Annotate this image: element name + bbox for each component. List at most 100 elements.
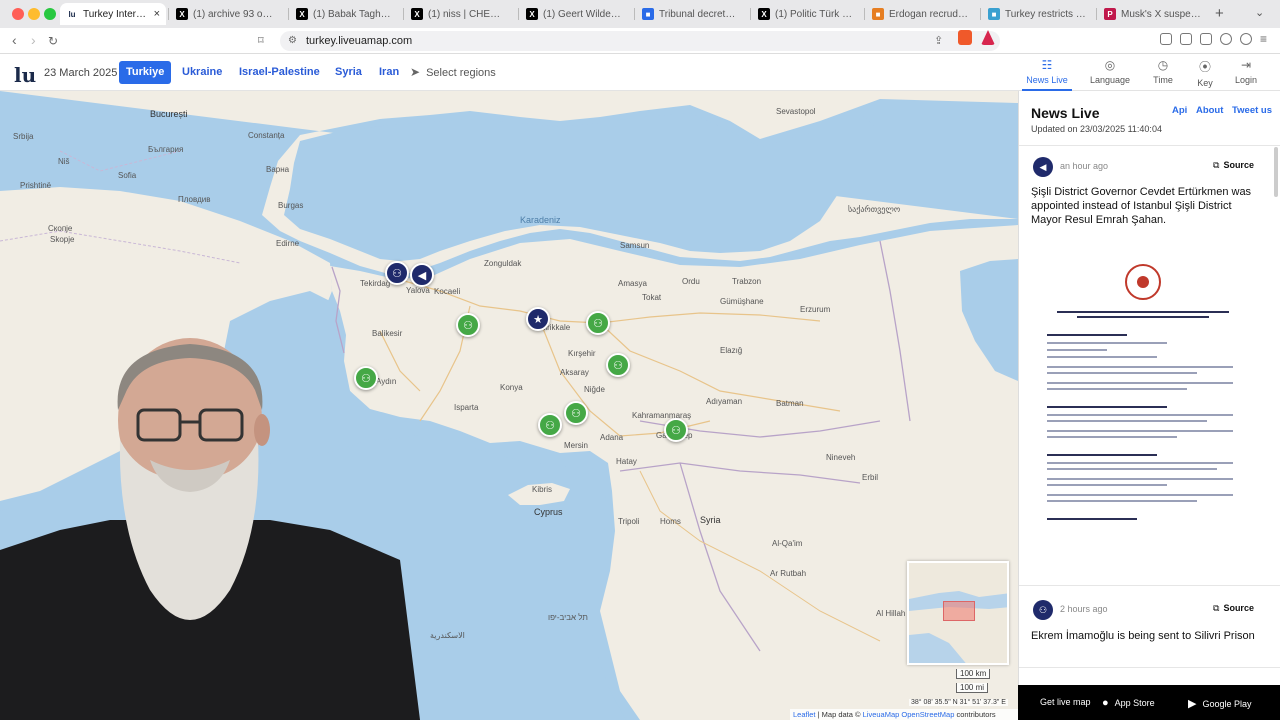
protest-icon[interactable]: ⚇ — [606, 353, 630, 377]
map-place-label: Edirne — [276, 239, 300, 248]
site-header: lu 23 March 2025 Turkiye Ukraine Israel-Pa… — [0, 55, 1280, 91]
news-divider — [1019, 667, 1280, 668]
address-bar[interactable]: ⚙ turkey.liveuamap.com ⇪ — [280, 31, 1000, 51]
tab-close-icon[interactable]: × — [154, 8, 160, 20]
minimize-window-button[interactable] — [28, 8, 40, 20]
browser-tab[interactable]: X (1) archive 93 on X: " — [170, 3, 282, 25]
new-tab-button[interactable]: + — [1215, 5, 1224, 22]
map-place-label: Gümüşhane — [720, 297, 764, 306]
scale-km: 100 km — [956, 669, 991, 679]
apple-icon: ● — [1102, 697, 1109, 709]
select-regions-button[interactable]: ➤ Select regions — [410, 61, 496, 84]
get-live-map-link[interactable]: Get live map — [1040, 697, 1091, 707]
region-tab-syria[interactable]: Syria — [328, 61, 369, 84]
forward-arrow-icon[interactable]: › — [31, 32, 36, 48]
nav-tab-login[interactable]: ⇥ Login — [1221, 58, 1271, 85]
region-tab-israel-palestine[interactable]: Israel-Palestine — [232, 61, 327, 84]
browser-tab[interactable]: lu Turkey Interactiv × — [60, 3, 166, 25]
map-place-label: Tripoli — [618, 517, 640, 526]
news-item-time[interactable]: an hour ago — [1060, 161, 1108, 171]
header-date[interactable]: 23 March 2025 — [44, 67, 117, 79]
brave-shields-icon[interactable] — [958, 30, 972, 45]
news-item-text[interactable]: Ekrem İmamoğlu is being sent to Silivri … — [1031, 629, 1263, 643]
back-arrow-icon[interactable]: ‹ — [12, 32, 17, 48]
browser-tab[interactable]: X (1) Geert Wilders on — [520, 3, 630, 25]
nav-tab-label: Login — [1234, 75, 1258, 85]
map-place-label: Prishtinë — [20, 181, 52, 190]
minimap-viewport[interactable] — [943, 601, 975, 621]
news-live-icon: ☷ — [1041, 58, 1053, 72]
region-tab-ukraine[interactable]: Ukraine — [175, 61, 229, 84]
leo-icon[interactable] — [1220, 33, 1232, 45]
map-place-label: Isparta — [454, 403, 479, 412]
minimap[interactable] — [907, 561, 1009, 665]
map-place-label: Erbil — [862, 473, 879, 482]
api-link[interactable]: Api — [1172, 105, 1187, 116]
tab-separator — [1096, 8, 1097, 20]
megaphone-icon[interactable]: ◀ — [410, 263, 434, 287]
maximize-window-button[interactable] — [44, 8, 56, 20]
nav-tab-label: Language — [1089, 75, 1131, 85]
map-place-label: Al-Qa'im — [772, 539, 803, 548]
tab-menu-chevron-icon[interactable]: ⌄ — [1255, 6, 1264, 19]
menu-icon[interactable]: ≡ — [1260, 32, 1267, 46]
map-place-label: Hatay — [616, 457, 637, 466]
news-icon: ■ — [642, 8, 654, 20]
tab-label: Tribunal decreta prisã — [659, 8, 740, 20]
liveuamap-logo[interactable]: lu — [14, 63, 36, 87]
sidebar-icon[interactable] — [1180, 33, 1192, 45]
protest-icon[interactable]: ⚇ — [564, 401, 588, 425]
browser-tab[interactable]: ■ Turkey restricts socia — [982, 3, 1092, 25]
region-tab-turkiye[interactable]: Turkiye — [119, 61, 172, 84]
protest-icon[interactable]: ⚇ — [456, 313, 480, 337]
leaflet-link[interactable]: Leaflet — [793, 710, 816, 719]
browser-tab[interactable]: P Musk's X suspends o — [1098, 3, 1208, 25]
protest-icon[interactable]: ⚇ — [664, 418, 688, 442]
tab-label: Erdogan recrudece la — [889, 8, 970, 20]
tab-separator — [518, 8, 519, 20]
scale-mi: 100 mi — [956, 683, 989, 693]
news-item-text[interactable]: Şişli District Governor Cevdet Ertürkmen… — [1031, 185, 1263, 227]
nav-tab-language[interactable]: ◎ Language — [1085, 58, 1135, 85]
bookmark-icon[interactable]: ⌑ — [258, 34, 264, 47]
browser-tab[interactable]: X (1) niss | CHECK PIN — [405, 3, 513, 25]
reload-icon[interactable]: ↻ — [48, 34, 58, 48]
browser-tab[interactable]: X (1) Politic Türk on X: — [752, 3, 860, 25]
about-link[interactable]: About — [1196, 105, 1223, 116]
browser-tab[interactable]: X (1) Babak Taghvaee - — [290, 3, 398, 25]
site-info-icon[interactable]: ⚙ — [288, 35, 297, 46]
google-play-button[interactable]: ▶ Google Play — [1188, 697, 1252, 710]
news-document-image[interactable] — [1047, 256, 1239, 526]
share-icon[interactable]: ⇪ — [934, 34, 943, 47]
star-icon[interactable]: ★ — [526, 307, 550, 331]
browser-tab[interactable]: ■ Tribunal decreta prisã — [636, 3, 746, 25]
close-window-button[interactable] — [12, 8, 24, 20]
nav-tab-news-live[interactable]: ☷ News Live — [1022, 58, 1072, 91]
map-place-label: Karadeniz — [520, 215, 561, 225]
tweet-us-link[interactable]: Tweet us — [1232, 105, 1272, 116]
news-icon: ■ — [872, 8, 884, 20]
source-link[interactable]: ⧉ Source — [1213, 160, 1254, 171]
news-item-time[interactable]: 2 hours ago — [1060, 604, 1108, 614]
map-place-label: Tekirdağ — [360, 279, 391, 288]
map-place-label: תל אביב-יפו — [548, 613, 588, 622]
vpn-icon[interactable] — [1240, 33, 1252, 45]
liveuamap-link[interactable]: LiveuaMap — [863, 710, 900, 719]
incident-icon[interactable]: ⚇ — [385, 261, 409, 285]
tab-separator — [288, 8, 289, 20]
protest-icon[interactable]: ⚇ — [586, 311, 610, 335]
globe-icon: ◎ — [1104, 58, 1116, 72]
browser-tab[interactable]: ■ Erdogan recrudece la — [866, 3, 976, 25]
news-scrollbar[interactable] — [1274, 147, 1278, 197]
map-place-label: Ordu — [682, 277, 700, 286]
url-text[interactable]: turkey.liveuamap.com — [306, 35, 412, 47]
map-place-label: Amasya — [618, 279, 647, 288]
source-link[interactable]: ⧉ Source — [1213, 603, 1254, 614]
osm-link[interactable]: OpenStreetMap — [901, 710, 954, 719]
extensions-icon[interactable] — [1160, 33, 1172, 45]
region-tab-iran[interactable]: Iran — [372, 61, 406, 84]
app-store-button[interactable]: ● App Store — [1102, 697, 1155, 709]
wallet-icon[interactable] — [1200, 33, 1212, 45]
tab-label: (1) Babak Taghvaee - — [313, 8, 392, 20]
protest-icon[interactable]: ⚇ — [538, 413, 562, 437]
